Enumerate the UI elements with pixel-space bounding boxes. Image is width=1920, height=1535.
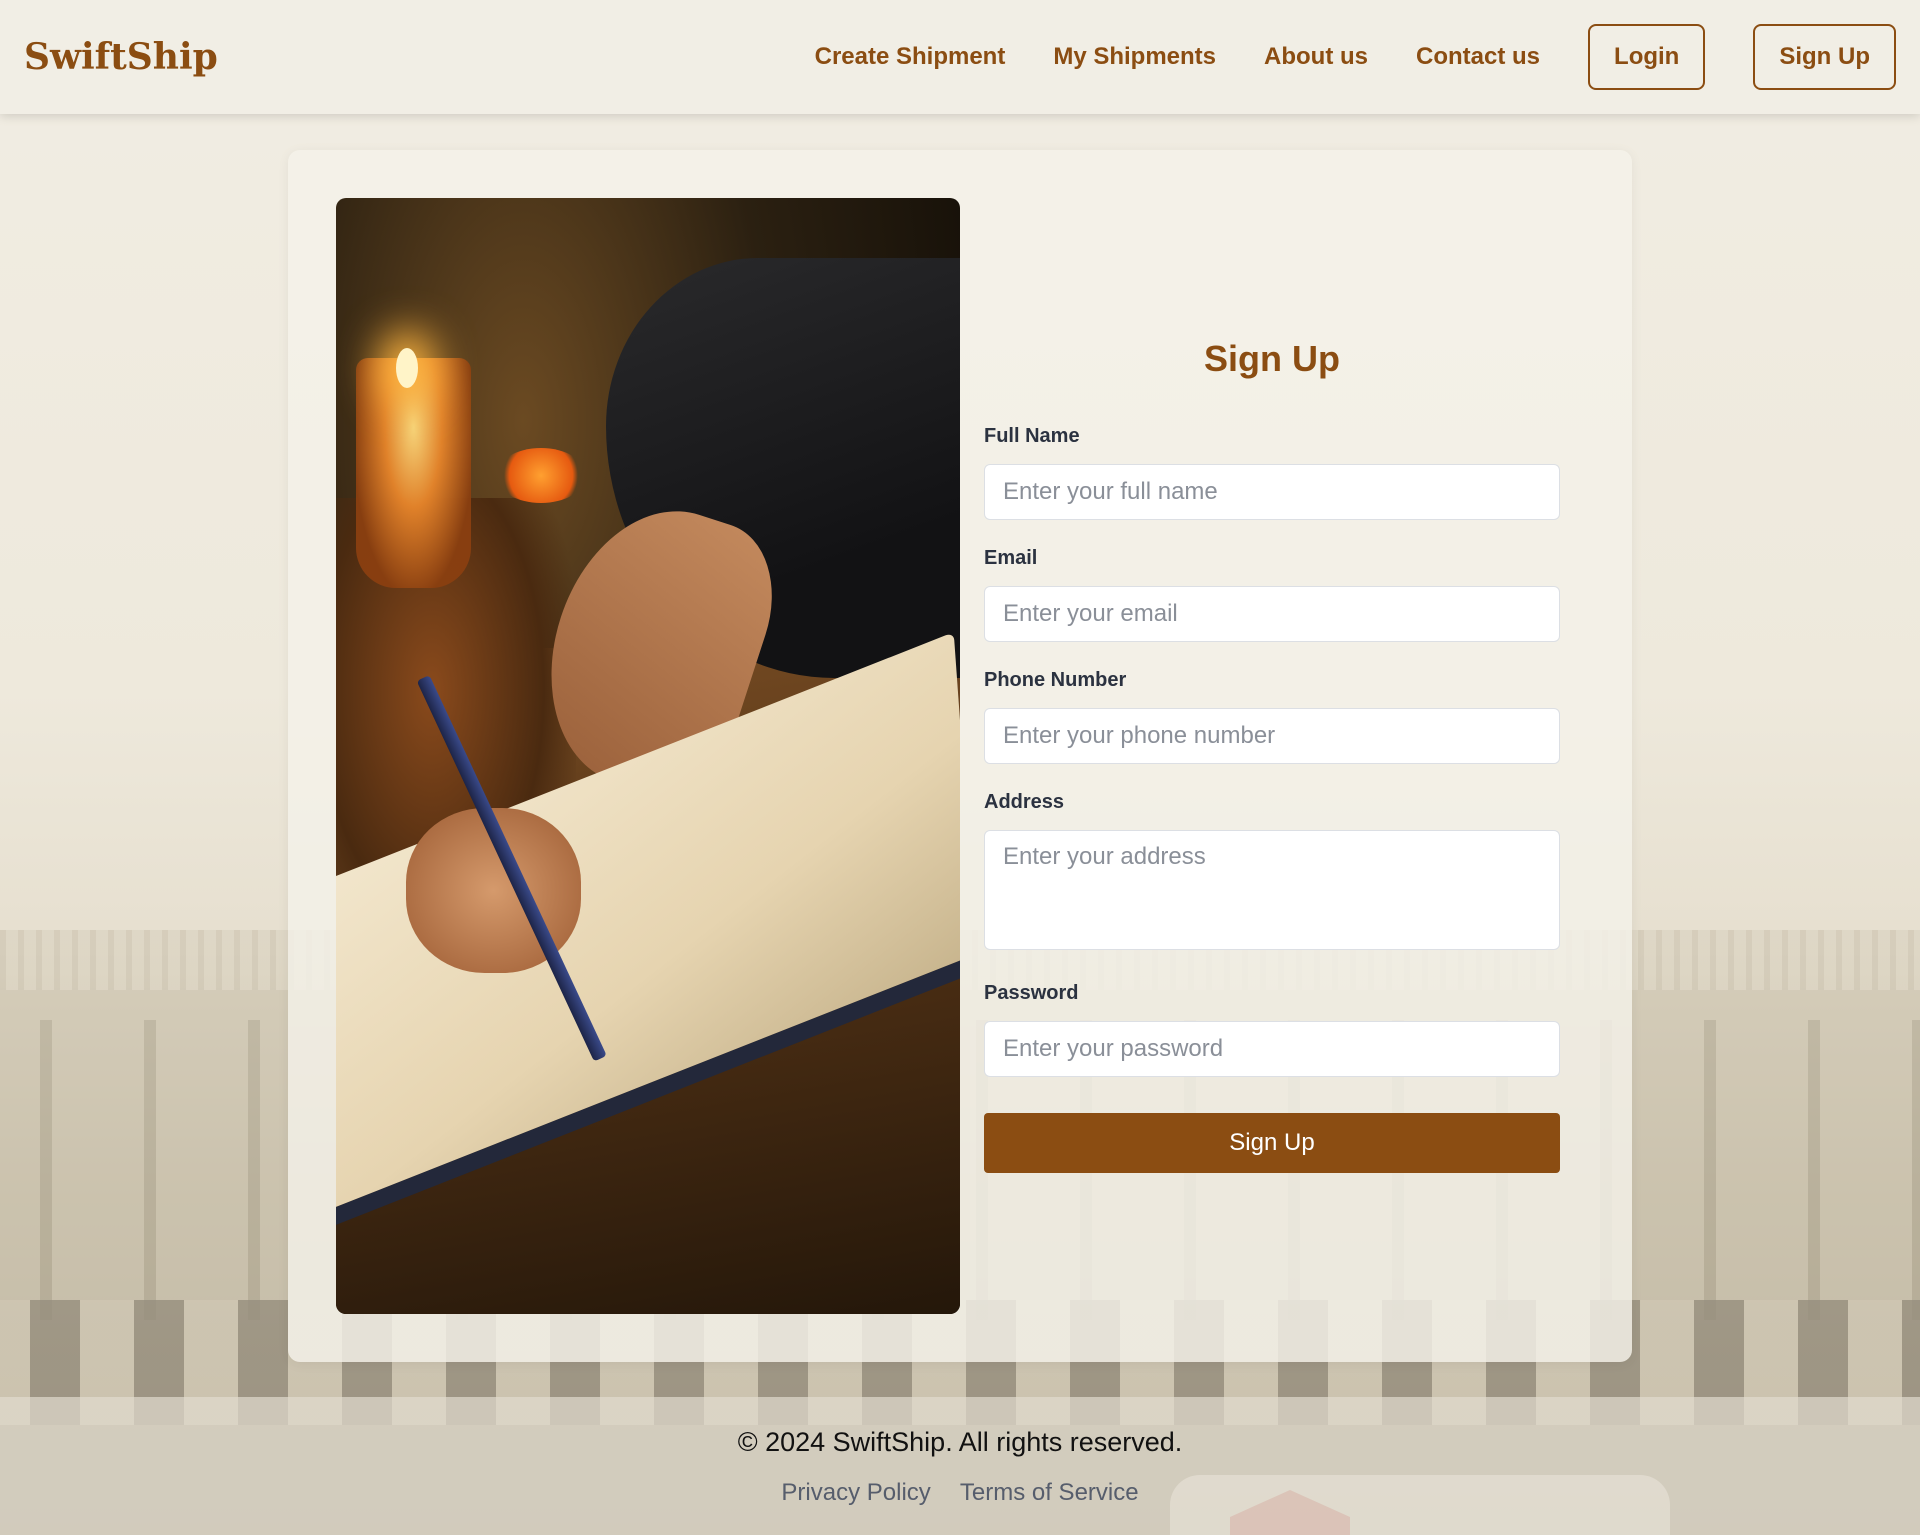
password-label: Password bbox=[984, 982, 1079, 1004]
nav-links: Create Shipment My Shipments About us Co… bbox=[767, 24, 1896, 90]
address-label: Address bbox=[984, 791, 1065, 813]
signup-nav-button[interactable]: Sign Up bbox=[1753, 24, 1896, 90]
terms-of-service-link[interactable]: Terms of Service bbox=[960, 1479, 1139, 1506]
copyright-text: © 2024 SwiftShip. All rights reserved. bbox=[737, 1427, 1183, 1457]
phone-label: Phone Number bbox=[984, 669, 1127, 691]
login-button[interactable]: Login bbox=[1588, 24, 1706, 90]
navbar: SwiftShip Create Shipment My Shipments A… bbox=[0, 0, 1920, 114]
brand-logo[interactable]: SwiftShip bbox=[24, 36, 218, 78]
full-name-label: Full Name bbox=[984, 425, 1080, 447]
nav-create-shipment[interactable]: Create Shipment bbox=[815, 43, 1006, 71]
full-name-input[interactable] bbox=[984, 464, 1560, 520]
signup-submit-button[interactable]: Sign Up bbox=[984, 1113, 1560, 1173]
email-input[interactable] bbox=[984, 586, 1560, 642]
form-title: Sign Up bbox=[1204, 338, 1340, 379]
nav-about-us[interactable]: About us bbox=[1264, 43, 1368, 71]
privacy-policy-link[interactable]: Privacy Policy bbox=[781, 1479, 930, 1506]
footer-links: Privacy Policy Terms of Service bbox=[0, 1479, 1920, 1507]
email-label: Email bbox=[984, 547, 1038, 569]
password-input[interactable] bbox=[984, 1021, 1560, 1077]
phone-input[interactable] bbox=[984, 708, 1560, 764]
nav-contact-us[interactable]: Contact us bbox=[1416, 43, 1540, 71]
footer: © 2024 SwiftShip. All rights reserved. P… bbox=[0, 1397, 1920, 1535]
nav-my-shipments[interactable]: My Shipments bbox=[1053, 43, 1216, 71]
address-textarea[interactable] bbox=[984, 830, 1560, 950]
signup-card: Sign Up Full Name Email Phone Number Add… bbox=[288, 150, 1632, 1362]
writing-notebook-image bbox=[336, 198, 960, 1314]
